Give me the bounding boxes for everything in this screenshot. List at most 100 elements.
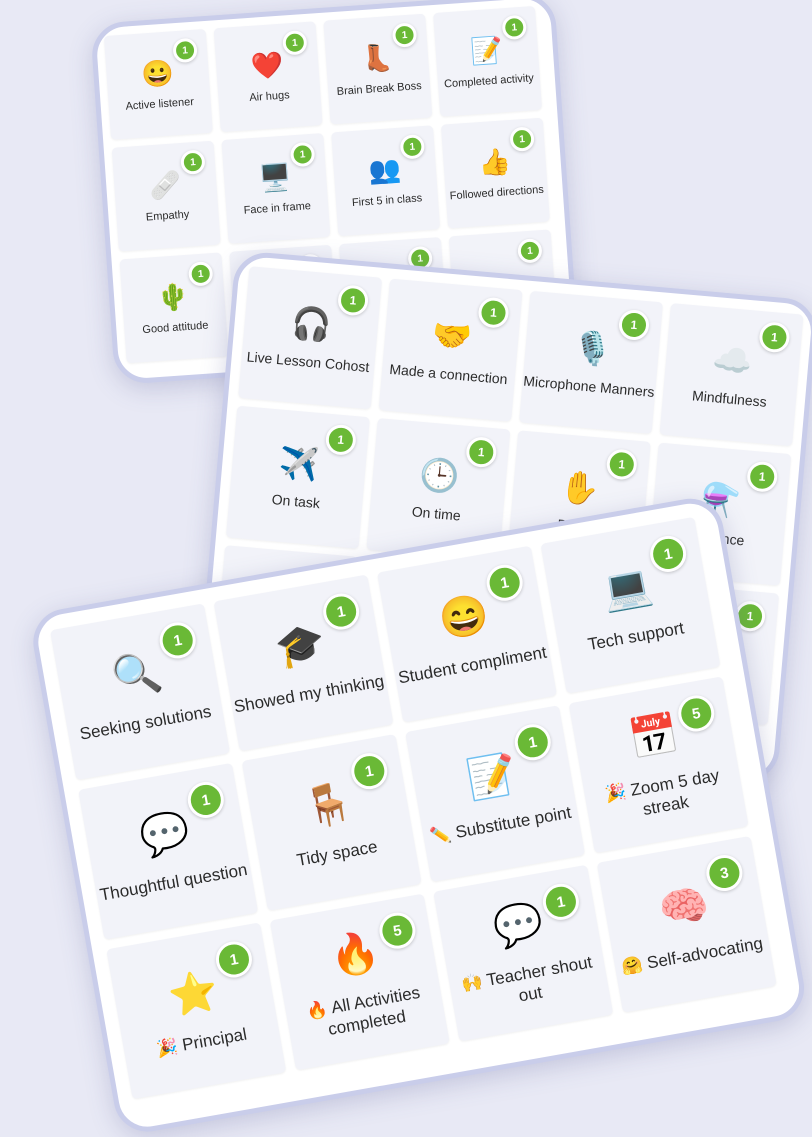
badge-tile-substitute-point[interactable]: 📝 ✏️ Substitute point 1 [405, 705, 586, 882]
count-badge: 1 [324, 423, 358, 457]
badge-tile-followed-directions[interactable]: 👍 Followed directions 1 [440, 117, 550, 229]
badge-label: ✏️ Substitute point [428, 802, 573, 847]
badge-label: Brain Break Boss [336, 80, 423, 99]
count-badge: 1 [399, 134, 426, 160]
badge-tile-zoom-5-day-streak[interactable]: 📅 🎉 Zoom 5 day streak 5 [568, 676, 749, 854]
count-badge: 1 [281, 29, 308, 56]
badge-label: Good attitude [142, 319, 209, 337]
badge-tile-live-lesson-cohost[interactable]: 🎧 Live Lesson Cohost 1 [238, 266, 383, 410]
badge-tile-showed-my-thinking[interactable]: 🎓 Showed my thinking 1 [213, 574, 394, 752]
count-badge: 1 [184, 779, 227, 821]
badge-label: On time [411, 503, 462, 525]
badge-label: Completed activity [443, 72, 535, 91]
badge-tile-self-advocating[interactable]: 🧠 🤗 Self-advocating 3 [596, 835, 777, 1013]
badge-label: 🎉 Principal [155, 1024, 249, 1059]
count-badge: 5 [376, 909, 419, 952]
badge-icon: 🌵 [156, 281, 191, 314]
badge-icon: 🖥️ [257, 161, 293, 194]
badge-tile-completed-activity[interactable]: 📝 Completed activity 1 [433, 5, 543, 117]
badge-tile-air-hugs[interactable]: ❤️ Air hugs 1 [213, 21, 323, 133]
badge-icon: 💻 [599, 562, 656, 615]
badge-icon: 🕒 [418, 456, 461, 496]
badge-tile-brain-break-boss[interactable]: 👢 Brain Break Boss 1 [323, 13, 433, 125]
badge-tile-seeking-solutions[interactable]: 🔍 Seeking solutions 1 [50, 603, 231, 781]
badge-icon: 👍 [477, 146, 512, 179]
count-badge: 1 [617, 308, 651, 342]
badge-icon: 💬 [136, 808, 194, 861]
count-badge: 1 [172, 37, 198, 64]
badge-label: Made a connection [388, 361, 509, 388]
badge-label: 🎉 Zoom 5 day streak [603, 765, 721, 820]
count-badge: 1 [605, 448, 639, 481]
badge-icon: 📝 [463, 750, 521, 803]
badge-tile-all-activities-completed[interactable]: 🔥 🔥 All Activities completed 5 [269, 893, 450, 1071]
badge-label: 🙌 Teacher shout out [460, 952, 594, 1006]
count-badge: 1 [348, 750, 391, 792]
badge-label: Seeking solutions [78, 701, 213, 744]
badge-icon: 👥 [367, 153, 403, 187]
badge-tile-thoughtful-question[interactable]: 💬 Thoughtful question 1 [78, 762, 259, 940]
badge-label: Showed my thinking [232, 670, 386, 717]
count-badge: 1 [483, 561, 526, 604]
badge-label: 🤗 Self-advocating [620, 933, 765, 977]
count-badge: 1 [289, 141, 316, 168]
badge-icon: ☁️ [711, 341, 755, 381]
count-badge: 1 [213, 938, 255, 981]
count-badge: 1 [391, 22, 418, 48]
badge-tile-good-attitude[interactable]: 🌵 Good attitude 1 [119, 252, 229, 364]
badge-label: Live Lesson Cohost [246, 348, 370, 376]
count-badge: 5 [675, 692, 718, 735]
badge-icon: 😄 [435, 590, 493, 643]
badge-icon: 🩹 [148, 169, 183, 202]
badge-panel-front: 🔍 Seeking solutions 1 🎓 Showed my thinking 1 😄… [28, 493, 810, 1137]
badge-label: First 5 in class [351, 192, 423, 210]
badge-label: Active listener [125, 96, 195, 113]
count-badge: 1 [758, 321, 791, 354]
count-badge: 1 [517, 238, 543, 264]
badge-icon: 📝 [469, 34, 505, 67]
badge-label: Tech support [586, 618, 686, 654]
badge-icon: ⭐ [164, 967, 222, 1020]
count-badge: 1 [477, 296, 510, 329]
badge-icon: 🧠 [655, 881, 713, 934]
badge-tile-microphone-manners[interactable]: 🎙️ Microphone Manners 1 [519, 290, 664, 434]
badge-tile-tech-support[interactable]: 💻 Tech support 1 [540, 516, 721, 694]
badge-tile-made-a-connection[interactable]: 🤝 Made a connection 1 [378, 278, 523, 422]
count-badge: 1 [336, 284, 370, 317]
badge-grid: 🔍 Seeking solutions 1 🎓 Showed my thinking 1 😄… [50, 516, 777, 1100]
badge-label: Face in frame [243, 200, 312, 218]
count-badge: 1 [180, 149, 206, 175]
count-badge: 1 [745, 460, 779, 493]
badge-tile-principal[interactable]: ⭐ 🎉 Principal 1 [106, 922, 287, 1100]
badge-label: Tidy space [295, 836, 379, 870]
badge-label: Empathy [145, 208, 190, 224]
badge-icon: 😀 [140, 57, 175, 90]
badge-icon: 📅 [625, 711, 683, 764]
count-badge: 1 [540, 880, 582, 923]
badge-tile-student-compliment[interactable]: 😄 Student compliment 1 [376, 545, 557, 723]
count-badge: 1 [187, 261, 214, 287]
badge-label: Student compliment [396, 642, 549, 688]
badge-tile-tidy-space[interactable]: 🪑 Tidy space 1 [241, 734, 422, 911]
badge-icon: 🔥 [326, 928, 384, 981]
badge-icon: 🪑 [300, 779, 357, 832]
badge-label: Followed directions [449, 184, 545, 203]
badge-tile-on-task[interactable]: ✈️ On task 1 [225, 405, 370, 549]
count-badge: 1 [509, 126, 535, 152]
badge-icon: ✈️ [277, 444, 321, 484]
count-badge: 1 [320, 590, 363, 633]
badge-tile-teacher-shout-out[interactable]: 💬 🙌 Teacher shout out 1 [433, 864, 614, 1042]
badge-tile-empathy[interactable]: 🩹 Empathy 1 [111, 140, 221, 252]
badge-label: Thoughtful question [98, 859, 249, 905]
badge-tile-mindfulness[interactable]: ☁️ Mindfulness 1 [659, 303, 804, 447]
badge-tile-face-in-frame[interactable]: 🖥️ Face in frame 1 [221, 133, 331, 244]
badge-tile-first-5-in-class[interactable]: 👥 First 5 in class 1 [331, 125, 441, 237]
count-badge: 1 [647, 533, 689, 575]
badge-icon: ❤️ [250, 49, 285, 83]
badge-icon: 🔍 [108, 648, 166, 701]
count-badge: 1 [156, 619, 199, 662]
badge-label: Mindfulness [691, 387, 768, 411]
count-badge: 1 [501, 14, 528, 41]
badge-icon: 💬 [490, 899, 547, 952]
badge-tile-active-listener[interactable]: 😀 Active listener 1 [103, 28, 213, 140]
